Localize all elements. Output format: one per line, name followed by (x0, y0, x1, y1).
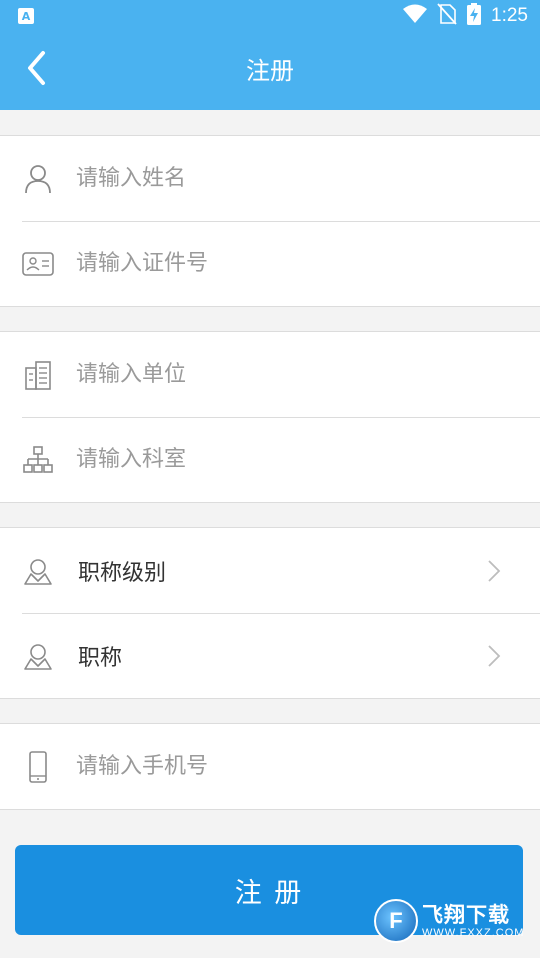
phone-input[interactable] (76, 724, 480, 809)
status-bar: A 1:25 (0, 0, 540, 32)
no-sim-icon (437, 3, 457, 29)
title-group: 职称级别 职称 (0, 527, 540, 699)
department-row (0, 417, 540, 502)
title-level-row[interactable]: 职称级别 (0, 528, 540, 613)
unit-input[interactable] (76, 332, 480, 417)
watermark-main-text: 飞翔下载 (422, 903, 510, 927)
organization-group (0, 331, 540, 503)
page-title: 注册 (246, 57, 294, 85)
phone-icon (22, 750, 54, 783)
id-number-row (0, 221, 540, 306)
battery-charging-icon (467, 3, 482, 29)
watermark-logo: F (374, 899, 418, 943)
id-number-input[interactable] (76, 221, 480, 306)
watermark-sub-text: WWW.FXXZ.COM (422, 927, 525, 939)
chevron-left-icon (26, 50, 46, 90)
nav-bar: 注册 (0, 32, 540, 110)
watermark: F 飞翔下载 WWW.FXXZ.COM (374, 897, 530, 945)
wifi-icon (403, 4, 428, 28)
name-input[interactable] (76, 136, 480, 221)
department-input[interactable] (76, 417, 480, 502)
user-badge-icon (22, 555, 54, 587)
person-icon (22, 163, 54, 195)
unit-row (0, 332, 540, 417)
title-label: 职称 (78, 645, 123, 671)
watermark-text: 飞翔下载 WWW.FXXZ.COM (422, 903, 524, 939)
contact-group (0, 723, 540, 810)
id-card-icon (22, 248, 54, 280)
title-level-label: 职称级别 (78, 560, 167, 586)
app-notification-icon: A (18, 8, 34, 24)
back-button[interactable] (14, 48, 58, 92)
identity-group (0, 135, 540, 307)
building-icon (22, 359, 54, 391)
status-time: 1:25 (491, 5, 528, 26)
user-badge-icon (22, 640, 54, 672)
title-row[interactable]: 职称 (0, 613, 540, 698)
chevron-right-icon (486, 644, 502, 668)
org-chart-icon (22, 444, 54, 476)
name-row (0, 136, 540, 221)
chevron-right-icon (486, 559, 502, 583)
phone-row (0, 724, 540, 809)
